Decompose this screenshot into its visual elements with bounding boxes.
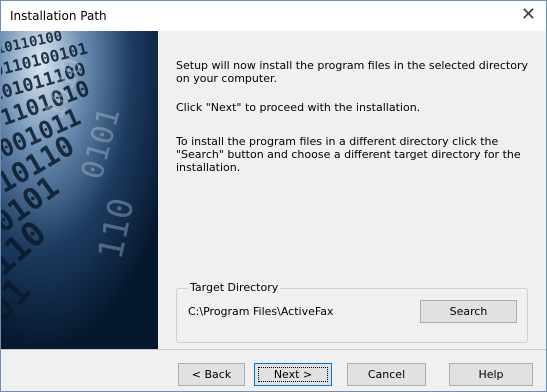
cancel-button-label: Cancel xyxy=(367,368,406,381)
next-button[interactable]: Next > xyxy=(254,363,332,386)
help-button[interactable]: Help xyxy=(449,363,533,386)
search-button[interactable]: Search xyxy=(420,300,517,323)
cancel-button[interactable]: Cancel xyxy=(347,363,426,386)
close-icon[interactable]: ✕ xyxy=(521,4,536,25)
target-directory-label: Target Directory xyxy=(188,281,281,294)
target-directory-group: Target Directory C:\Program Files\Active… xyxy=(176,281,528,343)
footer-separator xyxy=(1,349,546,350)
back-button-label: < Back xyxy=(191,368,232,381)
side-banner-image: 10110100 0110100101 101011100 01101010 1… xyxy=(1,31,158,349)
window-title: Installation Path xyxy=(10,9,107,23)
focus-rectangle xyxy=(258,367,328,382)
help-button-label: Help xyxy=(478,368,504,381)
content-panel: Setup will now install the program files… xyxy=(163,31,546,349)
different-directory-text: To install the program files in a differ… xyxy=(176,135,521,174)
title-bar: Installation Path ✕ xyxy=(1,1,546,31)
search-button-label: Search xyxy=(449,305,488,318)
binary-digits-graphic: 10110100 0110100101 101011100 01101010 1… xyxy=(1,31,158,349)
installer-dialog: Installation Path ✕ 10110100 0110100101 … xyxy=(0,0,547,392)
back-button[interactable]: < Back xyxy=(178,363,245,386)
intro-text: Setup will now install the program files… xyxy=(176,59,528,85)
next-hint-text: Click "Next" to proceed with the install… xyxy=(176,101,421,114)
target-directory-path: C:\Program Files\ActiveFax xyxy=(188,305,334,318)
